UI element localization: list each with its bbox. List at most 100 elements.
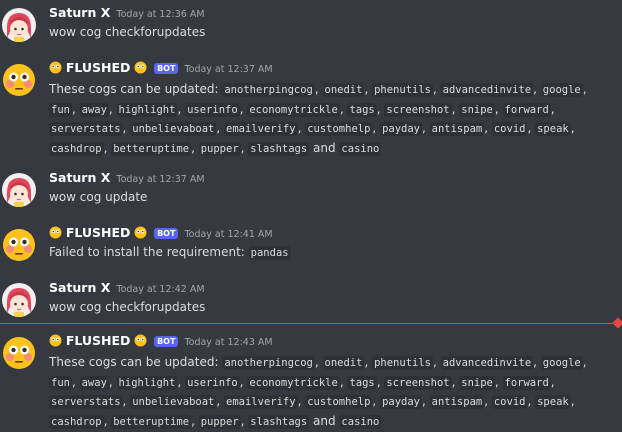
user-avatar[interactable] [2, 8, 36, 42]
anime-girl-avatar-icon [2, 283, 36, 317]
flushed-emoji-icon [49, 334, 62, 347]
message-text: These cogs can be updated: anotherpingco… [49, 80, 614, 158]
username[interactable]: Saturn X [49, 280, 110, 295]
message-text: wow cog update [49, 190, 148, 204]
cog-name: pupper [198, 141, 241, 156]
cog-name: customhelp [305, 395, 373, 409]
timestamp: Today at 12:37 AM [184, 64, 273, 75]
cog-name: fun [49, 102, 72, 117]
anime-girl-avatar-icon [2, 8, 36, 42]
flushed-face-icon [2, 63, 36, 97]
cog-name: highlight [116, 102, 178, 117]
cog-name: pupper [198, 414, 241, 429]
cog-name: slashtags [248, 141, 310, 156]
bot-badge: BOT [154, 336, 179, 347]
cog-name: speak [535, 395, 571, 409]
username[interactable]: Saturn X [49, 5, 110, 20]
cog-name: customhelp [305, 122, 373, 136]
cog-name: economytrickle [247, 375, 340, 390]
cog-name: onedit [322, 356, 365, 370]
bot-avatar[interactable] [2, 228, 36, 262]
message-6: FLUSHED BOT Today at 12:43 AM These cogs … [0, 333, 622, 431]
cog-name: fun [49, 375, 72, 390]
message-prefix: Failed to install the requirement: [49, 245, 245, 259]
bot-badge: BOT [154, 63, 179, 74]
cog-name: anotherpingcog [222, 83, 315, 97]
flushed-emoji-icon [49, 226, 62, 239]
cog-name: betteruptime [111, 414, 192, 429]
flushed-emoji-icon [134, 61, 147, 74]
timestamp: Today at 12:41 AM [184, 229, 273, 240]
cog-name: google [540, 83, 583, 97]
username[interactable]: FLUSHED [66, 60, 131, 75]
message-text: wow cog checkforupdates [49, 25, 206, 39]
cog-name: emailverify [224, 395, 298, 409]
cog-name: antispam [429, 122, 485, 136]
user-avatar[interactable] [2, 173, 36, 207]
username[interactable]: FLUSHED [66, 333, 131, 348]
cog-name: payday [380, 122, 422, 136]
message-text: wow cog checkforupdates [49, 300, 206, 314]
cog-name: unbelievaboat [130, 122, 217, 136]
cog-name: onedit [322, 83, 365, 97]
cog-name: speak [535, 122, 571, 136]
new-messages-divider [0, 323, 616, 324]
cog-name: unbelievaboat [130, 395, 217, 409]
cog-name: advancedinvite [440, 356, 534, 370]
cog-name: covid [491, 395, 528, 409]
cog-name: advancedinvite [440, 83, 534, 97]
timestamp: Today at 12:43 AM [184, 337, 273, 348]
bot-avatar[interactable] [2, 336, 36, 370]
cog-name: serverstats [49, 395, 123, 409]
flushed-face-icon [2, 336, 36, 370]
message-header: Saturn X Today at 12:36 AM [49, 5, 205, 23]
cog-name: tags [347, 375, 377, 390]
cog-name: economytrickle [247, 102, 340, 117]
cog-name: casino [339, 141, 382, 156]
cog-name: userinfo [185, 375, 240, 390]
message-2: FLUSHED BOT Today at 12:37 AM These cogs … [0, 60, 622, 158]
cog-name: google [540, 356, 583, 370]
cog-name: payday [380, 395, 422, 409]
username[interactable]: Saturn X [49, 170, 110, 185]
message-prefix: These cogs can be updated: [49, 355, 219, 369]
message-4: FLUSHED BOT Today at 12:41 AM Failed to i… [0, 225, 622, 265]
cog-name: phenutils [372, 83, 433, 97]
cog-name: slashtags [248, 414, 310, 429]
cog-name: highlight [116, 375, 178, 390]
cog-name: snipe [459, 375, 495, 390]
cog-name: away [79, 102, 109, 117]
bot-avatar[interactable] [2, 63, 36, 97]
timestamp: Today at 12:37 AM [116, 174, 205, 185]
message-header: FLUSHED BOT Today at 12:41 AM [49, 225, 273, 243]
requirement-code: pandas [248, 246, 291, 260]
user-avatar[interactable] [2, 283, 36, 317]
cog-name: casino [339, 414, 382, 429]
message-header: Saturn X Today at 12:37 AM [49, 170, 205, 188]
cog-name: screenshot [384, 375, 452, 390]
flushed-emoji-icon [49, 61, 62, 74]
cog-name: forward [502, 375, 551, 390]
cog-name: antispam [429, 395, 485, 409]
message-text: These cogs can be updated: anotherpingco… [49, 353, 614, 431]
cog-name: covid [491, 122, 528, 136]
timestamp: Today at 12:36 AM [116, 9, 205, 20]
cog-name: userinfo [185, 102, 240, 117]
message-header: FLUSHED BOT Today at 12:37 AM [49, 60, 273, 78]
message-text: Failed to install the requirement: panda… [49, 243, 614, 263]
bot-badge: BOT [154, 228, 179, 239]
cog-name: emailverify [224, 122, 298, 136]
cog-name: phenutils [372, 356, 433, 370]
cog-name: snipe [459, 102, 495, 117]
message-3: Saturn X Today at 12:37 AM wow cog update [0, 170, 622, 210]
username[interactable]: FLUSHED [66, 225, 131, 240]
message-1: Saturn X Today at 12:36 AM wow cog checkf… [0, 5, 622, 45]
timestamp: Today at 12:42 AM [116, 284, 205, 295]
cog-name: away [79, 375, 109, 390]
cog-name: forward [502, 102, 551, 117]
flushed-face-icon [2, 228, 36, 262]
cog-name: betteruptime [111, 141, 192, 156]
cog-name: cashdrop [49, 414, 104, 429]
message-header: Saturn X Today at 12:42 AM [49, 280, 205, 298]
cog-name: screenshot [384, 102, 452, 117]
